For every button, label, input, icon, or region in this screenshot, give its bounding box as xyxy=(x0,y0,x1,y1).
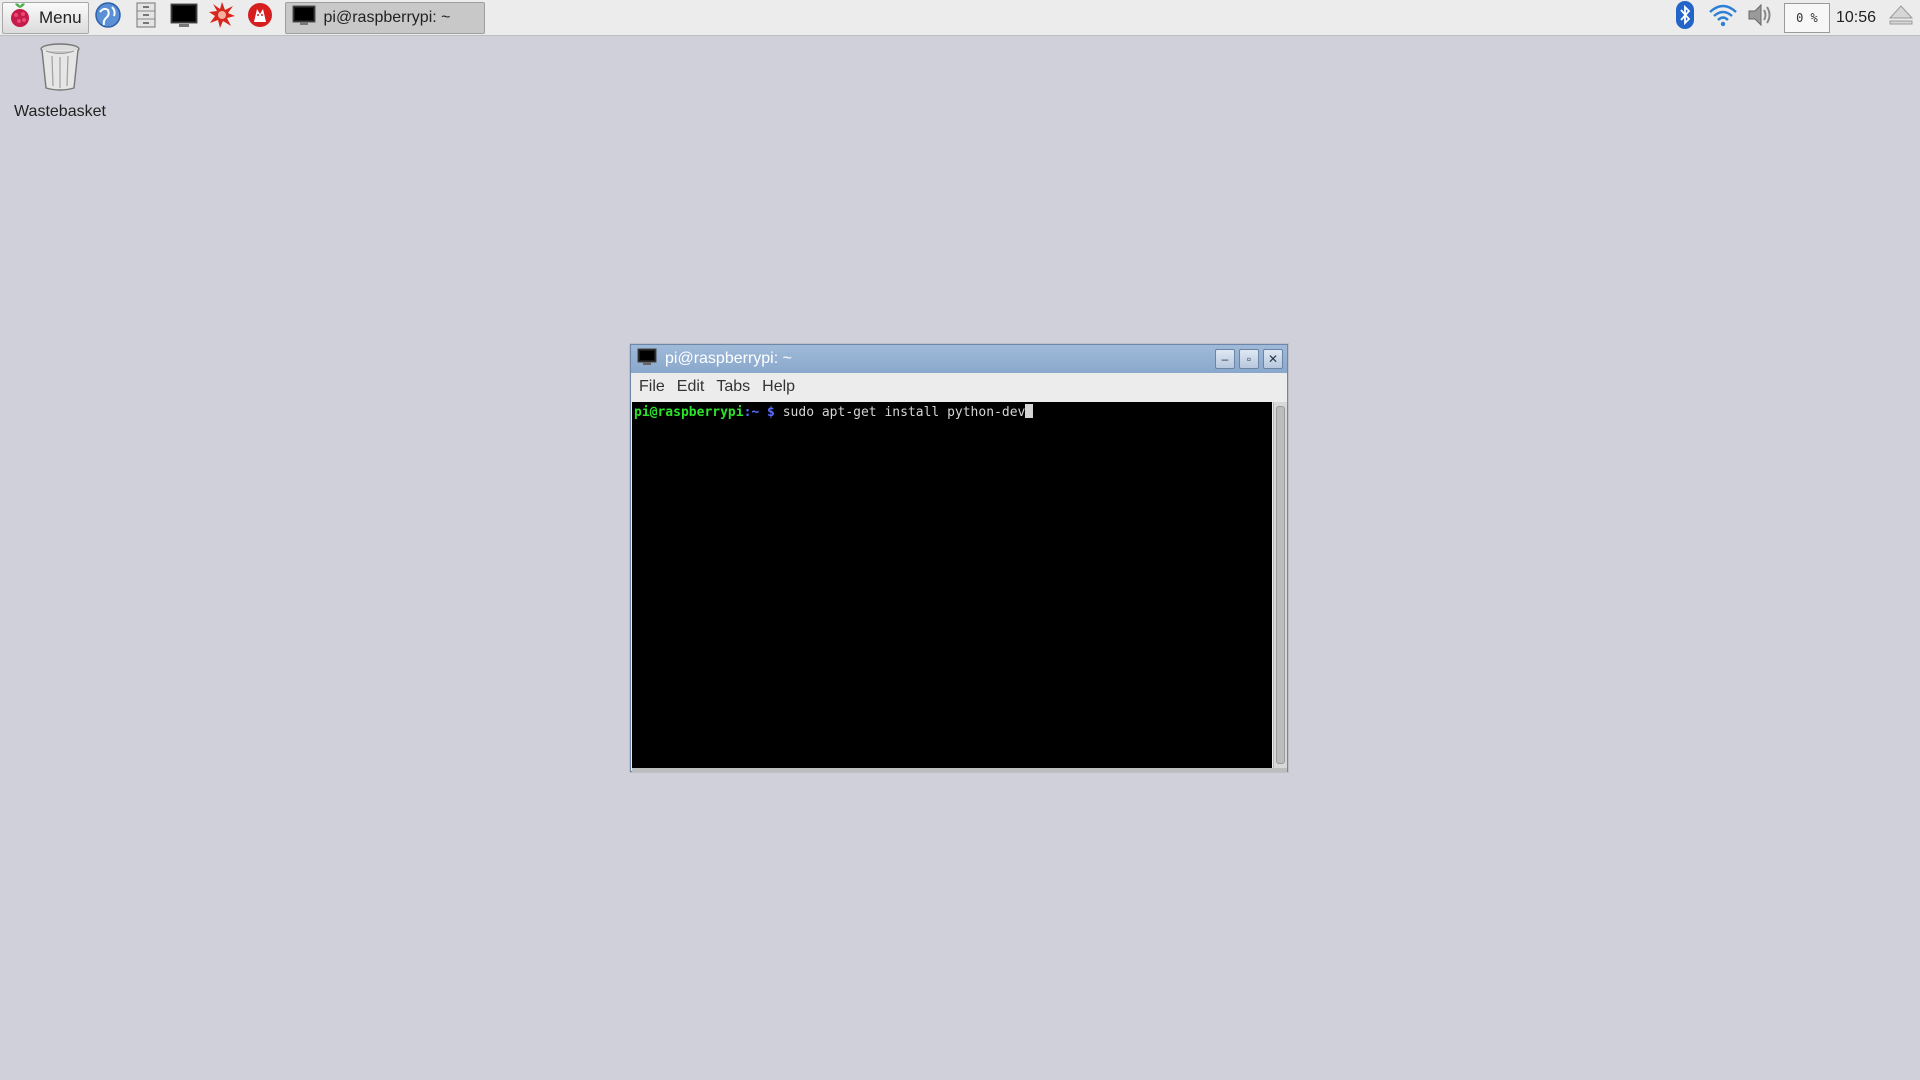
scrollbar-thumb[interactable] xyxy=(1276,406,1285,764)
bluetooth-tray[interactable] xyxy=(1666,1,1704,35)
text-cursor xyxy=(1025,404,1034,418)
eject-tray[interactable] xyxy=(1882,1,1920,35)
menu-label: Menu xyxy=(39,7,82,27)
eject-icon xyxy=(1888,4,1914,31)
system-tray: 0 % 10:56 xyxy=(1666,0,1920,36)
minimize-icon: – xyxy=(1221,352,1229,366)
menu-tabs[interactable]: Tabs xyxy=(710,378,756,396)
browser-launcher[interactable] xyxy=(89,1,127,35)
wifi-icon xyxy=(1708,3,1738,32)
prompt-symbol: $ xyxy=(759,405,783,420)
taskbar-terminal-label: pi@raspberrypi: ~ xyxy=(323,8,451,26)
wolfram-launcher[interactable] xyxy=(241,1,279,35)
window-menubar: File Edit Tabs Help xyxy=(631,373,1287,401)
desktop-icon-wastebasket[interactable]: Wastebasket xyxy=(8,42,112,121)
command-text: sudo apt-get install python-dev xyxy=(782,405,1026,420)
file-cabinet-icon xyxy=(135,1,157,34)
top-panel: Menu pi@raspberrypi: ~ 0 % 10:56 xyxy=(0,0,1920,36)
taskbar-terminal-button[interactable]: pi@raspberrypi: ~ xyxy=(284,1,485,34)
terminal-icon xyxy=(170,2,198,33)
menu-button[interactable]: Menu xyxy=(2,1,89,34)
window-title: pi@raspberrypi: ~ xyxy=(665,350,792,367)
speaker-icon xyxy=(1746,2,1776,33)
volume-tray[interactable] xyxy=(1742,1,1780,35)
file-manager-launcher[interactable] xyxy=(127,1,165,35)
menu-file[interactable]: File xyxy=(633,378,671,396)
maximize-button[interactable]: ▫ xyxy=(1239,349,1259,369)
terminal-icon xyxy=(292,4,316,31)
terminal-launcher[interactable] xyxy=(165,1,203,35)
terminal-icon xyxy=(637,348,657,371)
close-icon: ✕ xyxy=(1267,352,1279,366)
menu-help[interactable]: Help xyxy=(756,378,801,396)
cpu-monitor[interactable]: 0 % xyxy=(1783,2,1830,33)
minimize-button[interactable]: – xyxy=(1215,349,1235,369)
wastebasket-icon xyxy=(38,42,82,97)
maximize-icon: ▫ xyxy=(1246,352,1252,366)
close-button[interactable]: ✕ xyxy=(1263,349,1283,369)
prompt-user: pi@raspberrypi xyxy=(634,405,744,420)
window-bottom-edge xyxy=(632,768,1287,772)
clock[interactable]: 10:56 xyxy=(1834,9,1882,27)
vertical-scrollbar[interactable] xyxy=(1273,402,1287,768)
globe-icon xyxy=(94,1,122,34)
wifi-tray[interactable] xyxy=(1704,1,1742,35)
prompt-path: :~ xyxy=(743,405,760,420)
terminal-output[interactable]: pi@raspberrypi:~ $ sudo apt-get install … xyxy=(632,402,1272,768)
starburst-icon xyxy=(208,1,236,34)
mathematica-launcher[interactable] xyxy=(203,1,241,35)
menu-edit[interactable]: Edit xyxy=(671,378,711,396)
raspberry-icon xyxy=(7,1,33,34)
terminal-window: pi@raspberrypi: ~ – ▫ ✕ File Edit Tabs H… xyxy=(630,344,1288,772)
window-titlebar[interactable]: pi@raspberrypi: ~ – ▫ ✕ xyxy=(631,345,1287,373)
desktop-icon-label: Wastebasket xyxy=(14,103,106,120)
bluetooth-icon xyxy=(1674,0,1696,35)
wolf-icon xyxy=(246,1,274,34)
